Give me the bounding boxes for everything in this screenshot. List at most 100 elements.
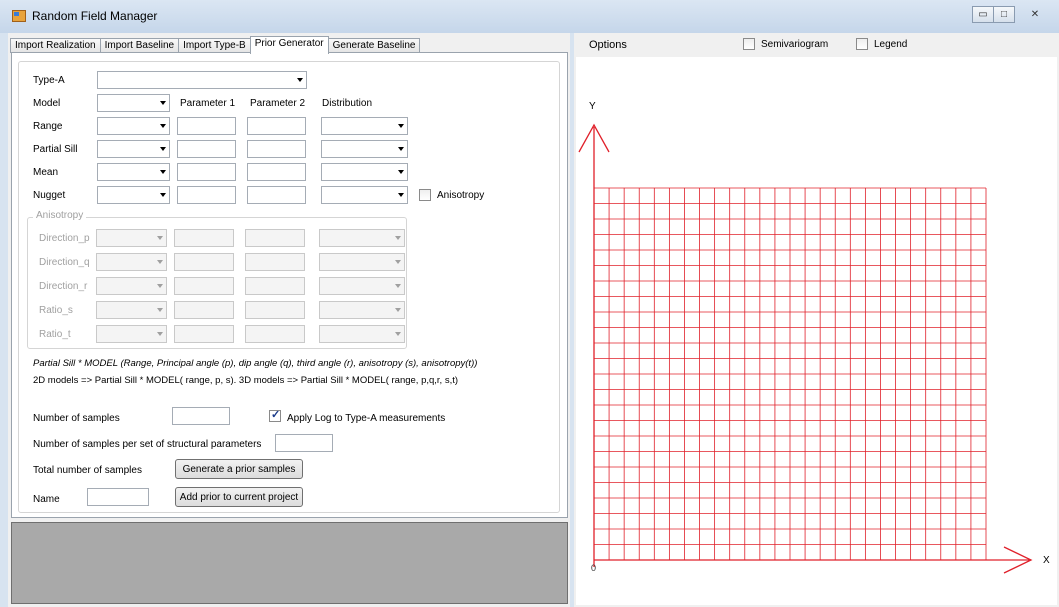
- ratio-s-param2-field: [245, 301, 305, 319]
- ratio-t-combo: [96, 325, 167, 343]
- ratio-t-distribution-combo: [319, 325, 405, 343]
- chevron-down-icon: [398, 170, 404, 174]
- ratio-s-combo: [96, 301, 167, 319]
- mean-model-combo[interactable]: [97, 163, 170, 181]
- type-a-combo[interactable]: [97, 71, 307, 89]
- partial-sill-param2-field[interactable]: [247, 140, 306, 158]
- tab-prior-generator[interactable]: Prior Generator: [249, 36, 329, 54]
- range-param1-field[interactable]: [177, 117, 236, 135]
- models-text: 2D models => Partial Sill * MODEL( range…: [33, 375, 459, 386]
- chevron-down-icon: [160, 147, 166, 151]
- direction-q-combo: [96, 253, 167, 271]
- chevron-down-icon: [157, 236, 163, 240]
- name-field[interactable]: [87, 488, 149, 506]
- direction-r-combo: [96, 277, 167, 295]
- anisotropy-group-title: Anisotropy: [33, 210, 87, 221]
- close-icon[interactable]: ✕: [1019, 6, 1051, 23]
- range-label: Range: [33, 121, 63, 132]
- range-param2-field[interactable]: [247, 117, 306, 135]
- mean-param1-field[interactable]: [177, 163, 236, 181]
- nugget-label: Nugget: [33, 190, 66, 201]
- direction-q-param2-field: [245, 253, 305, 271]
- partial-sill-label: Partial Sill: [33, 144, 78, 155]
- tab-import-realization[interactable]: Import Realization: [10, 38, 101, 53]
- direction-r-distribution-combo: [319, 277, 405, 295]
- nugget-model-combo[interactable]: [97, 186, 170, 204]
- tab-generate-baseline[interactable]: Generate Baseline: [327, 38, 421, 53]
- num-samples-field[interactable]: [172, 407, 230, 425]
- ratio-s-param1-field: [174, 301, 234, 319]
- plot-area[interactable]: Y X 0: [576, 57, 1057, 605]
- name-label: Name: [33, 494, 60, 505]
- tab-import-baseline[interactable]: Import Baseline: [99, 38, 180, 53]
- plot-canvas: Y X 0: [578, 101, 1050, 574]
- chevron-down-icon: [157, 308, 163, 312]
- y-axis: [578, 123, 610, 567]
- range-model-combo[interactable]: [97, 117, 170, 135]
- direction-p-param1-field: [174, 229, 234, 247]
- direction-q-param1-field: [174, 253, 234, 271]
- apply-log-checkbox[interactable]: [269, 408, 281, 422]
- nugget-distribution-combo[interactable]: [321, 186, 408, 204]
- generate-prior-button[interactable]: Generate a prior samples: [175, 459, 303, 479]
- left-pane: Import Realization Import Baseline Impor…: [8, 33, 570, 607]
- ratio-t-param2-field: [245, 325, 305, 343]
- mean-label: Mean: [33, 167, 59, 178]
- partial-sill-distribution-combo[interactable]: [321, 140, 408, 158]
- options-label: Options: [589, 39, 627, 51]
- chevron-down-icon: [398, 147, 404, 151]
- chevron-down-icon: [157, 284, 163, 288]
- app-icon: [12, 10, 26, 22]
- partial-sill-param1-field[interactable]: [177, 140, 236, 158]
- direction-r-label: Direction_r: [39, 281, 88, 292]
- nugget-param1-field[interactable]: [177, 186, 236, 204]
- chevron-down-icon: [160, 170, 166, 174]
- right-pane: Options Semivariogram Legend Y X 0: [574, 33, 1059, 607]
- direction-q-label: Direction_q: [39, 257, 90, 268]
- ratio-s-distribution-combo: [319, 301, 405, 319]
- mean-param2-field[interactable]: [247, 163, 306, 181]
- model-combo[interactable]: [97, 94, 170, 112]
- legend-checkbox[interactable]: [856, 38, 868, 50]
- chevron-down-icon: [395, 236, 401, 240]
- samples-per-set-field[interactable]: [275, 434, 333, 452]
- semivariogram-label: Semivariogram: [761, 39, 829, 50]
- minimize-icon[interactable]: ▭: [972, 6, 994, 23]
- maximize-icon[interactable]: □: [993, 6, 1015, 23]
- tab-strip: Import Realization Import Baseline Impor…: [10, 36, 421, 54]
- direction-r-param2-field: [245, 277, 305, 295]
- chevron-down-icon: [398, 124, 404, 128]
- range-distribution-combo[interactable]: [321, 117, 408, 135]
- x-axis-label: X: [1043, 555, 1050, 566]
- anisotropy-checkbox[interactable]: [419, 189, 431, 201]
- parameter1-header: Parameter 1: [180, 98, 236, 109]
- ratio-s-label: Ratio_s: [39, 305, 73, 316]
- ratio-t-param1-field: [174, 325, 234, 343]
- chevron-down-icon: [395, 332, 401, 336]
- mean-distribution-combo[interactable]: [321, 163, 408, 181]
- add-prior-button[interactable]: Add prior to current project: [175, 487, 303, 507]
- direction-p-param2-field: [245, 229, 305, 247]
- plot-grid: [593, 187, 987, 561]
- chevron-down-icon: [157, 332, 163, 336]
- chevron-down-icon: [297, 78, 303, 82]
- x-axis: [594, 546, 1033, 574]
- form-container: Type-A Model Parameter 1 Parameter 2 Dis…: [18, 61, 560, 513]
- direction-p-label: Direction_p: [39, 233, 90, 244]
- nugget-param2-field[interactable]: [247, 186, 306, 204]
- semivariogram-checkbox[interactable]: [743, 38, 755, 50]
- direction-r-param1-field: [174, 277, 234, 295]
- total-samples-label: Total number of samples: [33, 465, 142, 476]
- tab-import-type-b[interactable]: Import Type-B: [178, 38, 251, 53]
- apply-log-label: Apply Log to Type-A measurements: [287, 413, 446, 424]
- num-samples-label: Number of samples: [33, 413, 120, 424]
- formula-text: Partial Sill * MODEL (Range, Principal a…: [33, 358, 478, 369]
- chevron-down-icon: [160, 124, 166, 128]
- ratio-t-label: Ratio_t: [39, 329, 71, 340]
- model-label: Model: [33, 98, 61, 109]
- chevron-down-icon: [398, 193, 404, 197]
- direction-q-distribution-combo: [319, 253, 405, 271]
- samples-per-set-label: Number of samples per set of structural …: [33, 439, 262, 450]
- partial-sill-model-combo[interactable]: [97, 140, 170, 158]
- type-a-label: Type-A: [33, 75, 65, 86]
